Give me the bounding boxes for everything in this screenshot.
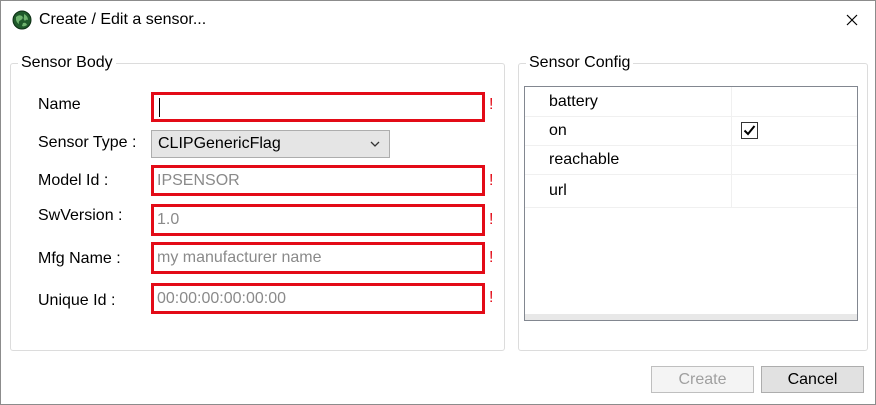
globe-icon <box>12 10 32 30</box>
config-row-label: reachable <box>549 151 620 168</box>
sw-version-input[interactable]: 1.0 <box>151 204 485 236</box>
sensor-type-select[interactable]: CLIPGenericFlag <box>151 130 390 158</box>
cancel-button[interactable]: Cancel <box>761 366 864 393</box>
sensor-body-legend: Sensor Body <box>18 54 116 72</box>
config-row-on[interactable]: on <box>525 116 857 146</box>
model-id-label: Model Id : <box>38 172 109 189</box>
window-title: Create / Edit a sensor... <box>39 11 207 28</box>
config-row-reachable[interactable]: reachable <box>525 145 857 175</box>
model-id-placeholder: IPSENSOR <box>157 171 240 189</box>
text-caret <box>159 97 160 117</box>
name-required-marker: ! <box>489 96 494 113</box>
unique-id-placeholder: 00:00:00:00:00:00 <box>157 289 287 307</box>
close-button[interactable] <box>829 1 875 39</box>
sensor-config-table[interactable]: battery on reachable url <box>524 86 858 321</box>
create-button[interactable]: Create <box>651 366 754 393</box>
column-divider <box>731 87 732 116</box>
sw-version-label: SwVersion : <box>38 207 123 224</box>
sensor-type-value: CLIPGenericFlag <box>158 135 281 152</box>
column-divider <box>731 145 732 174</box>
mfg-name-label: Mfg Name : <box>38 250 121 267</box>
config-row-label: on <box>549 122 567 139</box>
sensor-type-label: Sensor Type : <box>38 134 137 151</box>
mfg-name-input[interactable]: my manufacturer name <box>151 242 485 274</box>
name-label: Name <box>38 96 81 113</box>
close-icon <box>846 14 858 26</box>
chevron-down-icon <box>370 141 380 147</box>
model-id-required-marker: ! <box>489 172 494 189</box>
mfg-name-required-marker: ! <box>489 249 494 266</box>
horizontal-scrollbar[interactable] <box>525 314 857 320</box>
sw-version-placeholder: 1.0 <box>157 211 180 228</box>
column-divider <box>731 174 732 207</box>
model-id-input[interactable]: IPSENSOR <box>151 165 485 196</box>
config-row-battery[interactable]: battery <box>525 87 857 117</box>
mfg-name-placeholder: my manufacturer name <box>157 249 322 266</box>
name-input[interactable] <box>151 92 485 122</box>
config-row-label: url <box>549 182 567 199</box>
unique-id-label: Unique Id : <box>38 292 116 309</box>
config-row-label: battery <box>549 93 598 110</box>
title-bar: Create / Edit a sensor... <box>1 1 875 39</box>
unique-id-input[interactable]: 00:00:00:00:00:00 <box>151 283 485 314</box>
column-divider <box>731 116 732 145</box>
checkmark-icon <box>743 125 756 136</box>
dialog-window: Create / Edit a sensor... Sensor Body Na… <box>0 0 876 405</box>
sensor-config-legend: Sensor Config <box>526 54 634 72</box>
on-checkbox[interactable] <box>741 122 758 139</box>
sw-version-required-marker: ! <box>489 211 494 228</box>
config-row-url[interactable]: url <box>525 174 857 208</box>
unique-id-required-marker: ! <box>489 289 494 306</box>
